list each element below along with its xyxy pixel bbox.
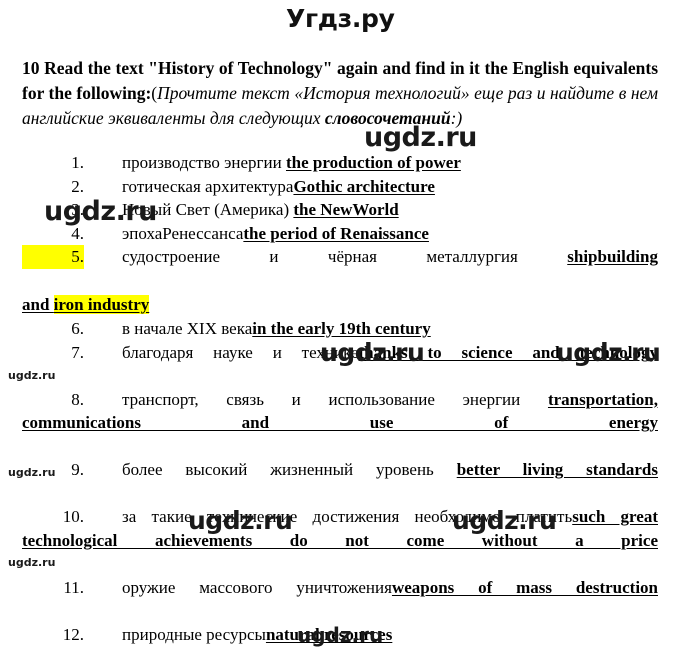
list-item-number: 9. <box>71 460 84 479</box>
list-item-english: natural resources <box>265 624 393 644</box>
list-item-english: in the early 19th century <box>252 319 431 338</box>
site-logo: Угдз.ру <box>286 4 395 33</box>
document-page: 10 Read the text "History of Technology"… <box>0 46 680 655</box>
list-item-number: 3. <box>71 200 84 219</box>
list-item-english: shipbuilding <box>567 247 658 266</box>
task-instruction-ru-bold: словосочетаний <box>324 108 451 128</box>
list-item-russian: судостроение и чёрная металлургия <box>122 247 518 266</box>
list-item-number: 1. <box>71 153 84 172</box>
list-item-english: thanks to science and technology <box>358 342 659 362</box>
list-item-number: 10. <box>62 507 84 526</box>
list-item-number: 2. <box>71 176 84 196</box>
list-item-russian: природные ресурсы <box>122 624 266 644</box>
list-item: 2. готическая архитектураGothic architect… <box>22 175 658 199</box>
list-item-russian: благодаря науке и технике <box>122 342 359 362</box>
list-item: 8. транспорт, связь и использование энерг… <box>22 388 658 459</box>
list-item-russian: транспорт, связь и использование энергии <box>122 389 521 409</box>
list-item-number: 11. <box>63 577 84 597</box>
list-item-english: better living standards <box>456 460 658 479</box>
list-item-english: the production of power <box>285 153 461 172</box>
list-item-number: 5. <box>22 245 84 269</box>
list-item-number: 8. <box>71 389 84 409</box>
list-item: 4. эпохаРенессансаthe period of Renaissan… <box>22 222 658 246</box>
list-item-russian: оружие массового уничтожения <box>122 577 392 597</box>
list-item-russian: Новый Свет (Америка) <box>122 200 290 219</box>
task-instruction-ru-tail: :) <box>450 108 463 128</box>
list-item-english: the NewWorld <box>293 200 399 219</box>
list-item-russian: производство энергии <box>122 153 282 172</box>
list-item: 9. более высокий жизненный уровень better… <box>22 458 658 505</box>
list-item-russian: более высокий жизненный уровень <box>122 460 434 479</box>
list-item-number: 4. <box>71 223 84 243</box>
list-item: 7. благодаря науке и техникеthanks to sci… <box>22 341 658 388</box>
list-item-english-cont: and <box>22 295 54 314</box>
list-item: 11. оружие массового уничтоженияweapons o… <box>22 576 658 623</box>
task-instruction: 10 Read the text "History of Technology"… <box>22 56 658 131</box>
list-item-continuation: and iron industry <box>22 293 658 317</box>
list-item-russian: эпохаРенессанса <box>122 223 244 243</box>
list-item-number: 12. <box>62 624 84 644</box>
list-item-number: 7. <box>71 342 84 362</box>
equivalents-list: 1. производство энергии the production of… <box>22 151 658 646</box>
list-item-english-highlighted: iron industry <box>53 295 150 314</box>
list-item: 3. Новый Свет (Америка) the NewWorld <box>22 198 658 222</box>
list-item: 5. судостроение и чёрная металлургия ship… <box>22 245 658 293</box>
list-item: 1. производство энергии the production of… <box>22 151 658 175</box>
list-item: 10. за такие технические достижения необх… <box>22 505 658 576</box>
list-item: 12. природные ресурсыnatural resources <box>22 623 658 647</box>
list-item-russian: за такие технические достижения необходи… <box>122 507 573 526</box>
list-item-russian: готическая архитектура <box>122 176 294 196</box>
list-item-english: the period of Renaissance <box>243 223 429 243</box>
list-item: 6. в начале XIX векаin the early 19th cen… <box>22 317 658 341</box>
list-item-english: Gothic architecture <box>293 176 435 196</box>
list-item-english: weapons of mass destruction <box>391 577 658 597</box>
list-item-russian: в начале XIX века <box>122 319 253 338</box>
list-item-number: 6. <box>71 319 84 338</box>
